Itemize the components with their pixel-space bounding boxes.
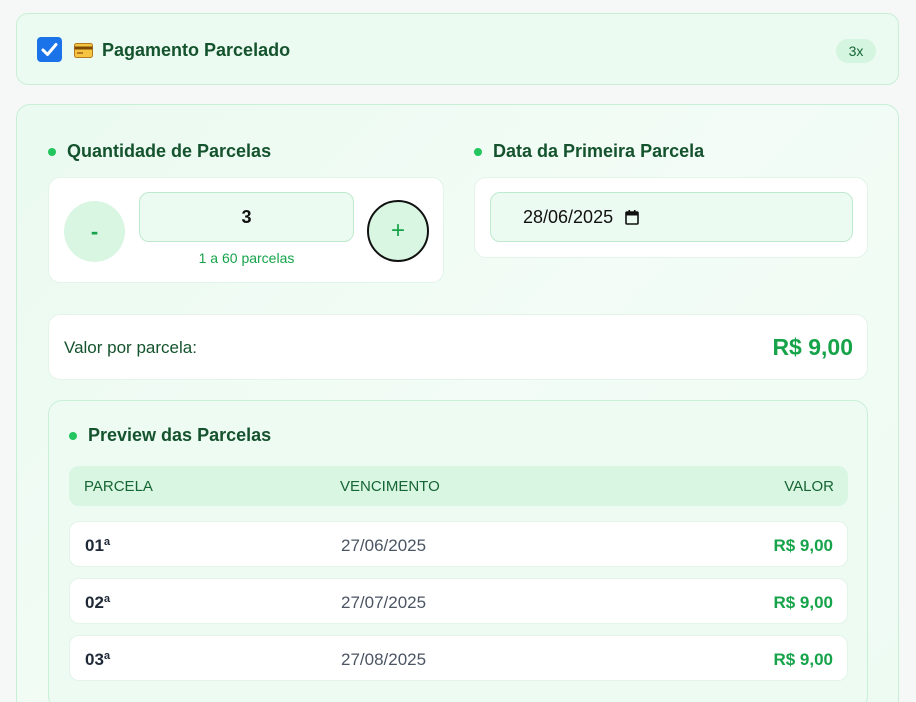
decrease-button[interactable]: -	[64, 201, 125, 262]
quantity-label: Quantidade de Parcelas	[67, 141, 272, 161]
row-parcela: 03ª	[85, 650, 111, 669]
bullet-dot-icon	[69, 431, 77, 440]
per-installment-value-row: Valor por parcela: R$ 9,00	[48, 314, 868, 380]
preview-table-header: PARCELA VENCIMENTO VALOR	[69, 466, 848, 506]
table-row: 02ª 27/07/2025 R$ 9,00	[69, 578, 848, 624]
preview-section-label: Preview das Parcelas	[69, 425, 271, 446]
first-installment-date-input[interactable]: 28/06/2025	[490, 192, 853, 242]
row-parcela: 01ª	[85, 536, 111, 555]
bullet-dot-icon	[48, 147, 56, 156]
quantity-range-hint: 1 a 60 parcelas	[198, 250, 295, 266]
installment-header: Pagamento Parcelado 3x	[16, 13, 899, 85]
column-header-vencimento: VENCIMENTO	[340, 478, 440, 495]
date-value: 28/06/2025	[523, 206, 614, 227]
installments-preview: Preview das Parcelas PARCELA VENCIMENTO …	[48, 400, 868, 702]
row-valor: R$ 9,00	[773, 650, 833, 669]
installment-checkbox[interactable]	[37, 37, 62, 62]
table-row: 03ª 27/08/2025 R$ 9,00	[69, 635, 848, 681]
quantity-section-label: Quantidade de Parcelas	[48, 141, 271, 162]
quantity-stepper: - 1 a 60 parcelas +	[48, 177, 444, 283]
bullet-dot-icon	[474, 147, 482, 156]
installment-title: Pagamento Parcelado	[102, 40, 291, 60]
row-parcela: 02ª	[85, 593, 111, 612]
quantity-input[interactable]	[139, 192, 354, 242]
row-vencimento: 27/07/2025	[341, 593, 427, 612]
column-header-valor: VALOR	[784, 478, 834, 495]
date-container: 28/06/2025	[474, 177, 868, 258]
table-row: 01ª 27/06/2025 R$ 9,00	[69, 521, 848, 567]
credit-card-icon	[74, 43, 93, 58]
row-vencimento: 27/08/2025	[341, 650, 427, 669]
column-header-parcela: PARCELA	[84, 478, 153, 495]
per-installment-label: Valor por parcela:	[64, 338, 197, 357]
per-installment-amount: R$ 9,00	[772, 334, 853, 360]
row-vencimento: 27/06/2025	[341, 536, 427, 555]
checkmark-icon	[41, 43, 58, 56]
increase-button[interactable]: +	[367, 200, 429, 262]
date-label: Data da Primeira Parcela	[493, 141, 705, 161]
row-valor: R$ 9,00	[773, 593, 833, 612]
row-valor: R$ 9,00	[773, 536, 833, 555]
calendar-icon[interactable]	[625, 209, 639, 225]
installment-count-badge: 3x	[836, 39, 876, 63]
installment-settings-panel: Quantidade de Parcelas - 1 a 60 parcelas…	[16, 104, 899, 702]
date-section-label: Data da Primeira Parcela	[474, 141, 704, 162]
preview-title: Preview das Parcelas	[88, 425, 272, 445]
